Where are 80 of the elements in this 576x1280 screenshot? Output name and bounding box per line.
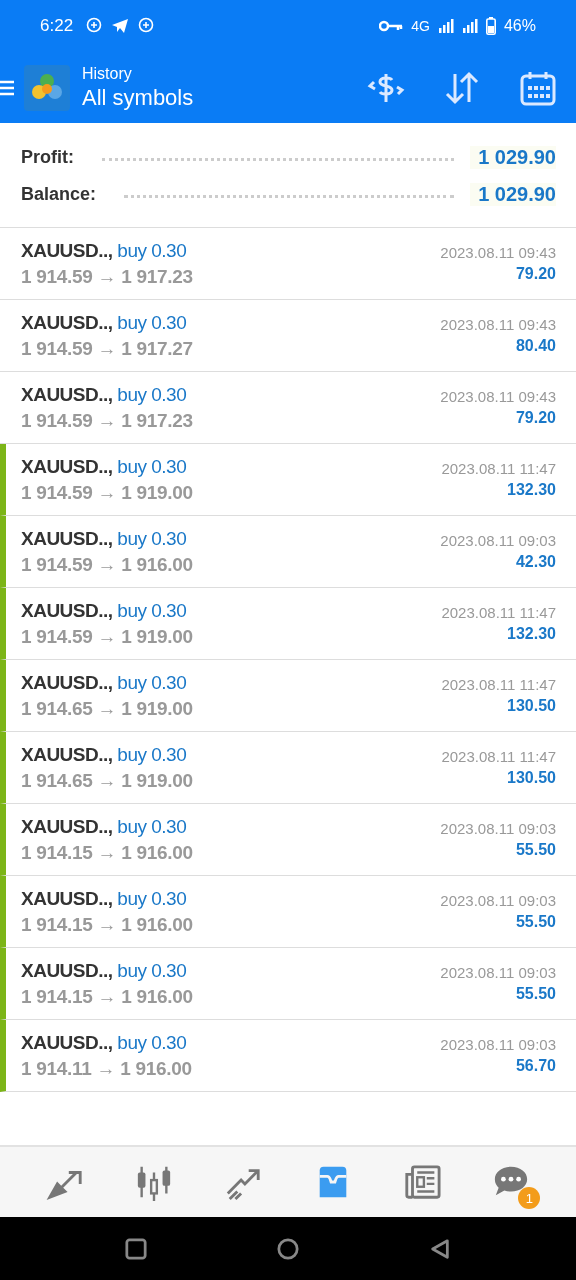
signal-icon bbox=[437, 18, 454, 34]
deal-prices: 1 914.59 → 1 917.23 bbox=[21, 409, 193, 432]
deal-symbol: XAUUSD.., buy 0.30 bbox=[21, 239, 188, 262]
newspaper-icon[interactable] bbox=[402, 1163, 441, 1201]
deal-row[interactable]: XAUUSD.., buy 0.30 1 914.59 → 1 919.00 2023.08.11 11:47 132.30 bbox=[0, 588, 576, 660]
deal-profit: 132.30 bbox=[507, 481, 556, 499]
app-logo-icon bbox=[24, 64, 70, 111]
deal-prices: 1 914.15 → 1 916.00 bbox=[21, 913, 193, 936]
summary-value: 1 029.90 bbox=[470, 183, 556, 206]
deal-prices: 1 914.59 → 1 917.23 bbox=[21, 265, 193, 288]
deal-row[interactable]: XAUUSD.., buy 0.30 1 914.15 → 1 916.00 2023.08.11 09:03 55.50 bbox=[0, 948, 576, 1020]
battery-level: 46% bbox=[503, 17, 536, 35]
deal-profit: 130.50 bbox=[507, 769, 556, 787]
deal-profit: 55.50 bbox=[515, 985, 556, 1003]
deal-symbol: XAUUSD.., buy 0.30 bbox=[21, 815, 188, 838]
screen-title[interactable]: All symbols bbox=[82, 84, 366, 111]
deal-row[interactable]: XAUUSD.., buy 0.30 1 914.59 → 1 916.00 2023.08.11 09:03 42.30 bbox=[0, 516, 576, 588]
deal-symbol: XAUUSD.., buy 0.30 bbox=[21, 887, 188, 910]
deal-row[interactable]: XAUUSD.., buy 0.30 1 914.65 → 1 919.00 2023.08.11 11:47 130.50 bbox=[0, 732, 576, 804]
deal-profit: 80.40 bbox=[515, 337, 556, 355]
deal-symbol: XAUUSD.., buy 0.30 bbox=[21, 743, 188, 766]
status-time: 6:22 bbox=[40, 16, 74, 36]
summary-label: Balance: bbox=[21, 184, 97, 205]
deal-prices: 1 914.11 → 1 916.00 bbox=[21, 1057, 192, 1080]
home-icon[interactable] bbox=[277, 1237, 299, 1260]
deal-time: 2023.08.11 09:03 bbox=[440, 964, 556, 981]
deal-row[interactable]: XAUUSD.., buy 0.30 1 914.59 → 1 917.23 2023.08.11 09:43 79.20 bbox=[0, 228, 576, 300]
deal-symbol: XAUUSD.., buy 0.30 bbox=[21, 599, 188, 622]
deal-time: 2023.08.11 09:43 bbox=[440, 316, 556, 333]
deal-time: 2023.08.11 09:43 bbox=[440, 388, 556, 405]
deal-symbol: XAUUSD.., buy 0.30 bbox=[21, 671, 188, 694]
deal-profit: 55.50 bbox=[515, 913, 556, 931]
deal-prices: 1 914.15 → 1 916.00 bbox=[21, 841, 193, 864]
deal-profit: 130.50 bbox=[507, 697, 556, 715]
deal-row[interactable]: XAUUSD.., buy 0.30 1 914.15 → 1 916.00 2023.08.11 09:03 55.50 bbox=[0, 804, 576, 876]
summary-value: 1 029.90 bbox=[470, 146, 556, 169]
deal-symbol: XAUUSD.., buy 0.30 bbox=[21, 383, 188, 406]
deal-time: 2023.08.11 11:47 bbox=[441, 676, 556, 693]
deal-time: 2023.08.11 11:47 bbox=[441, 604, 556, 621]
deal-profit: 55.50 bbox=[515, 841, 556, 859]
deal-symbol: XAUUSD.., buy 0.30 bbox=[21, 455, 188, 478]
summary-label: Profit: bbox=[21, 147, 74, 168]
deal-symbol: XAUUSD.., buy 0.30 bbox=[21, 311, 188, 334]
deal-time: 2023.08.11 11:47 bbox=[441, 748, 556, 765]
notification-badge: 1 bbox=[518, 1187, 541, 1209]
deal-prices: 1 914.65 → 1 919.00 bbox=[21, 697, 193, 720]
deal-time: 2023.08.11 09:03 bbox=[440, 820, 556, 837]
key-icon bbox=[379, 20, 404, 32]
deal-profit: 56.70 bbox=[515, 1057, 556, 1075]
deal-prices: 1 914.59 → 1 917.27 bbox=[21, 337, 193, 360]
deal-prices: 1 914.59 → 1 916.00 bbox=[21, 553, 193, 576]
back-icon[interactable] bbox=[429, 1237, 451, 1260]
deal-row[interactable]: XAUUSD.., buy 0.30 1 914.11 → 1 916.00 2023.08.11 09:03 56.70 bbox=[0, 1020, 576, 1092]
deal-time: 2023.08.11 09:03 bbox=[440, 892, 556, 909]
deal-symbol: XAUUSD.., buy 0.30 bbox=[21, 959, 188, 982]
deal-prices: 1 914.65 → 1 919.00 bbox=[21, 769, 193, 792]
recent-apps-icon[interactable] bbox=[125, 1237, 147, 1260]
deal-prices: 1 914.15 → 1 916.00 bbox=[21, 985, 193, 1008]
deal-time: 2023.08.11 09:43 bbox=[440, 244, 556, 261]
deal-prices: 1 914.59 → 1 919.00 bbox=[21, 481, 193, 504]
deal-time: 2023.08.11 09:03 bbox=[440, 532, 556, 549]
deal-row[interactable]: XAUUSD.., buy 0.30 1 914.59 → 1 919.00 2023.08.11 11:47 132.30 bbox=[0, 444, 576, 516]
network-type: 4G bbox=[411, 18, 430, 34]
deal-row[interactable]: XAUUSD.., buy 0.30 1 914.59 → 1 917.23 2023.08.11 09:43 79.20 bbox=[0, 372, 576, 444]
paper-plane-icon bbox=[111, 17, 130, 35]
deal-time: 2023.08.11 09:03 bbox=[440, 1036, 556, 1053]
deal-profit: 132.30 bbox=[507, 625, 556, 643]
deal-profit: 42.30 bbox=[515, 553, 556, 571]
section-label: History bbox=[82, 64, 133, 83]
battery-icon bbox=[485, 17, 496, 35]
deal-profit: 79.20 bbox=[515, 409, 556, 427]
deal-row[interactable]: XAUUSD.., buy 0.30 1 914.59 → 1 917.27 2023.08.11 09:43 80.40 bbox=[0, 300, 576, 372]
deal-time: 2023.08.11 11:47 bbox=[441, 460, 556, 477]
deal-symbol: XAUUSD.., buy 0.30 bbox=[21, 527, 188, 550]
deal-row[interactable]: XAUUSD.., buy 0.30 1 914.65 → 1 919.00 2023.08.11 11:47 130.50 bbox=[0, 660, 576, 732]
signal-icon bbox=[461, 18, 478, 34]
deal-row[interactable]: XAUUSD.., buy 0.30 1 914.15 → 1 916.00 2023.08.11 09:03 55.50 bbox=[0, 876, 576, 948]
deal-prices: 1 914.59 → 1 919.00 bbox=[21, 625, 193, 648]
deal-symbol: XAUUSD.., buy 0.30 bbox=[21, 1031, 188, 1054]
deal-profit: 79.20 bbox=[515, 265, 556, 283]
